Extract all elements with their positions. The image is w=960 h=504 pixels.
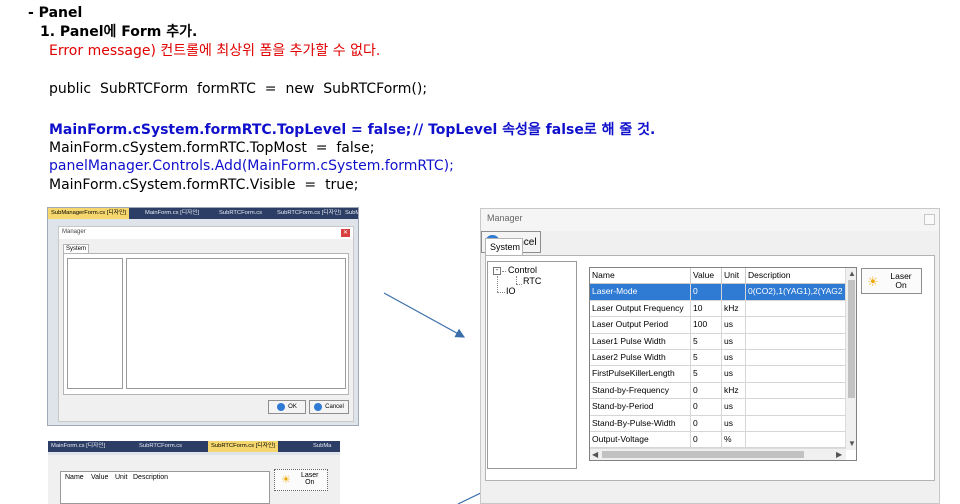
cell-name[interactable]: Output-Voltage bbox=[590, 432, 691, 449]
collapse-icon[interactable]: - bbox=[493, 267, 501, 275]
cell-name[interactable]: Stand-by-Frequency bbox=[590, 382, 691, 400]
cell-unit[interactable]: kHz bbox=[722, 382, 746, 400]
grid-row[interactable]: Laser Output Frequency 10 kHz bbox=[590, 300, 846, 318]
control-tree[interactable]: - Control RTC IO bbox=[487, 261, 577, 469]
cell-description[interactable]: 0(CO2),1(YAG1),2(YAG2 bbox=[746, 284, 846, 301]
cell-value[interactable]: 0 bbox=[691, 382, 722, 400]
cell-unit[interactable]: us bbox=[722, 317, 746, 334]
grid-header-description[interactable]: Description bbox=[746, 268, 846, 285]
form-title: Manager bbox=[481, 209, 939, 231]
cell-unit[interactable]: us bbox=[722, 415, 746, 432]
grid-row[interactable]: Laser1 Pulse Width 5 us bbox=[590, 333, 846, 350]
scroll-left-icon[interactable]: ◀ bbox=[592, 450, 598, 460]
cell-name[interactable]: Laser2 Pulse Width bbox=[590, 350, 691, 367]
cell-description[interactable] bbox=[746, 333, 846, 350]
grid-header-value[interactable]: Value bbox=[691, 268, 722, 285]
scroll-up-icon[interactable]: ▲ bbox=[848, 269, 856, 279]
tree-node-rtc[interactable]: RTC bbox=[523, 276, 541, 286]
cell-description[interactable] bbox=[746, 317, 846, 334]
grid-horizontal-scrollbar[interactable]: ◀ ▶ bbox=[590, 448, 846, 460]
cell-name[interactable]: Laser-Mode bbox=[590, 284, 691, 301]
cell-description[interactable] bbox=[746, 366, 846, 383]
grid-row[interactable]: Laser Output Period 100 us bbox=[590, 317, 846, 334]
cell-name[interactable]: Stand-By-Pulse-Width bbox=[590, 415, 691, 432]
cell-unit[interactable]: kHz bbox=[722, 300, 746, 318]
cell-description[interactable] bbox=[746, 350, 846, 367]
laser-label-line2: On bbox=[895, 280, 907, 290]
grid-row[interactable]: Laser2 Pulse Width 5 us bbox=[590, 350, 846, 367]
cell-unit[interactable]: us bbox=[722, 333, 746, 350]
cell-value[interactable]: 5 bbox=[691, 350, 722, 367]
scroll-right-icon[interactable]: ▶ bbox=[836, 450, 842, 460]
grid-row[interactable]: Stand-By-Pulse-Width 0 us bbox=[590, 415, 846, 432]
tree-node-control[interactable]: Control bbox=[508, 265, 537, 275]
cell-description[interactable] bbox=[746, 300, 846, 318]
cell-description[interactable] bbox=[746, 432, 846, 449]
cell-value[interactable]: 5 bbox=[691, 333, 722, 350]
arrow-to-manager bbox=[383, 292, 466, 338]
cell-value[interactable]: 0 bbox=[691, 432, 722, 449]
cell-unit[interactable]: us bbox=[722, 399, 746, 416]
cell-name[interactable]: Laser1 Pulse Width bbox=[590, 333, 691, 350]
cell-name[interactable]: Laser Output Period bbox=[590, 317, 691, 334]
scroll-down-icon[interactable]: ▼ bbox=[848, 439, 856, 449]
cell-name[interactable]: Laser Output Frequency bbox=[590, 300, 691, 318]
grid-row[interactable]: Output-Voltage 0% bbox=[590, 432, 846, 449]
cell-name[interactable]: Stand-by-Period bbox=[590, 399, 691, 416]
cell-value[interactable]: 0 bbox=[691, 415, 722, 432]
grid-header-unit[interactable]: Unit bbox=[722, 268, 746, 285]
cell-unit[interactable]: % bbox=[722, 432, 746, 449]
cell-description[interactable] bbox=[746, 415, 846, 432]
cell-value[interactable]: 5 bbox=[691, 366, 722, 383]
grid-header-row: Name Value Unit Description bbox=[590, 268, 846, 285]
grid-row[interactable]: FirstPulseKillerLength 5 us bbox=[590, 366, 846, 383]
laser-on-button[interactable]: ☀ Laser On bbox=[861, 268, 922, 294]
close-icon[interactable] bbox=[924, 214, 935, 225]
cell-value[interactable]: 10 bbox=[691, 300, 722, 318]
grid-header-name[interactable]: Name bbox=[590, 268, 691, 285]
grid-row[interactable]: Stand-by-Period 0 us bbox=[590, 399, 846, 416]
tree-node-io[interactable]: IO bbox=[506, 286, 516, 296]
grid-vertical-scrollbar[interactable]: ▲ ▼ bbox=[845, 268, 856, 450]
cell-name[interactable]: FirstPulseKillerLength bbox=[590, 366, 691, 383]
grid-row[interactable]: Laser-Mode 0 0(CO2),1(YAG1),2(YAG2 bbox=[590, 284, 846, 301]
cell-unit[interactable]: us bbox=[722, 366, 746, 383]
cell-value[interactable]: 0 bbox=[691, 284, 722, 301]
cell-unit[interactable] bbox=[722, 284, 746, 301]
scroll-thumb[interactable] bbox=[602, 451, 804, 458]
grid-row[interactable]: Stand-by-Frequency 0 kHz bbox=[590, 382, 846, 400]
cell-unit[interactable]: us bbox=[722, 350, 746, 367]
parameter-grid[interactable]: Name Value Unit Description Laser-Mode 0 0… bbox=[589, 267, 857, 461]
sun-icon: ☀ bbox=[867, 274, 879, 289]
cell-description[interactable] bbox=[746, 382, 846, 400]
cell-value[interactable]: 100 bbox=[691, 317, 722, 334]
cell-value[interactable]: 0 bbox=[691, 399, 722, 416]
scroll-thumb[interactable] bbox=[848, 280, 855, 398]
cell-description[interactable] bbox=[746, 399, 846, 416]
tab-system[interactable]: System bbox=[485, 238, 523, 256]
